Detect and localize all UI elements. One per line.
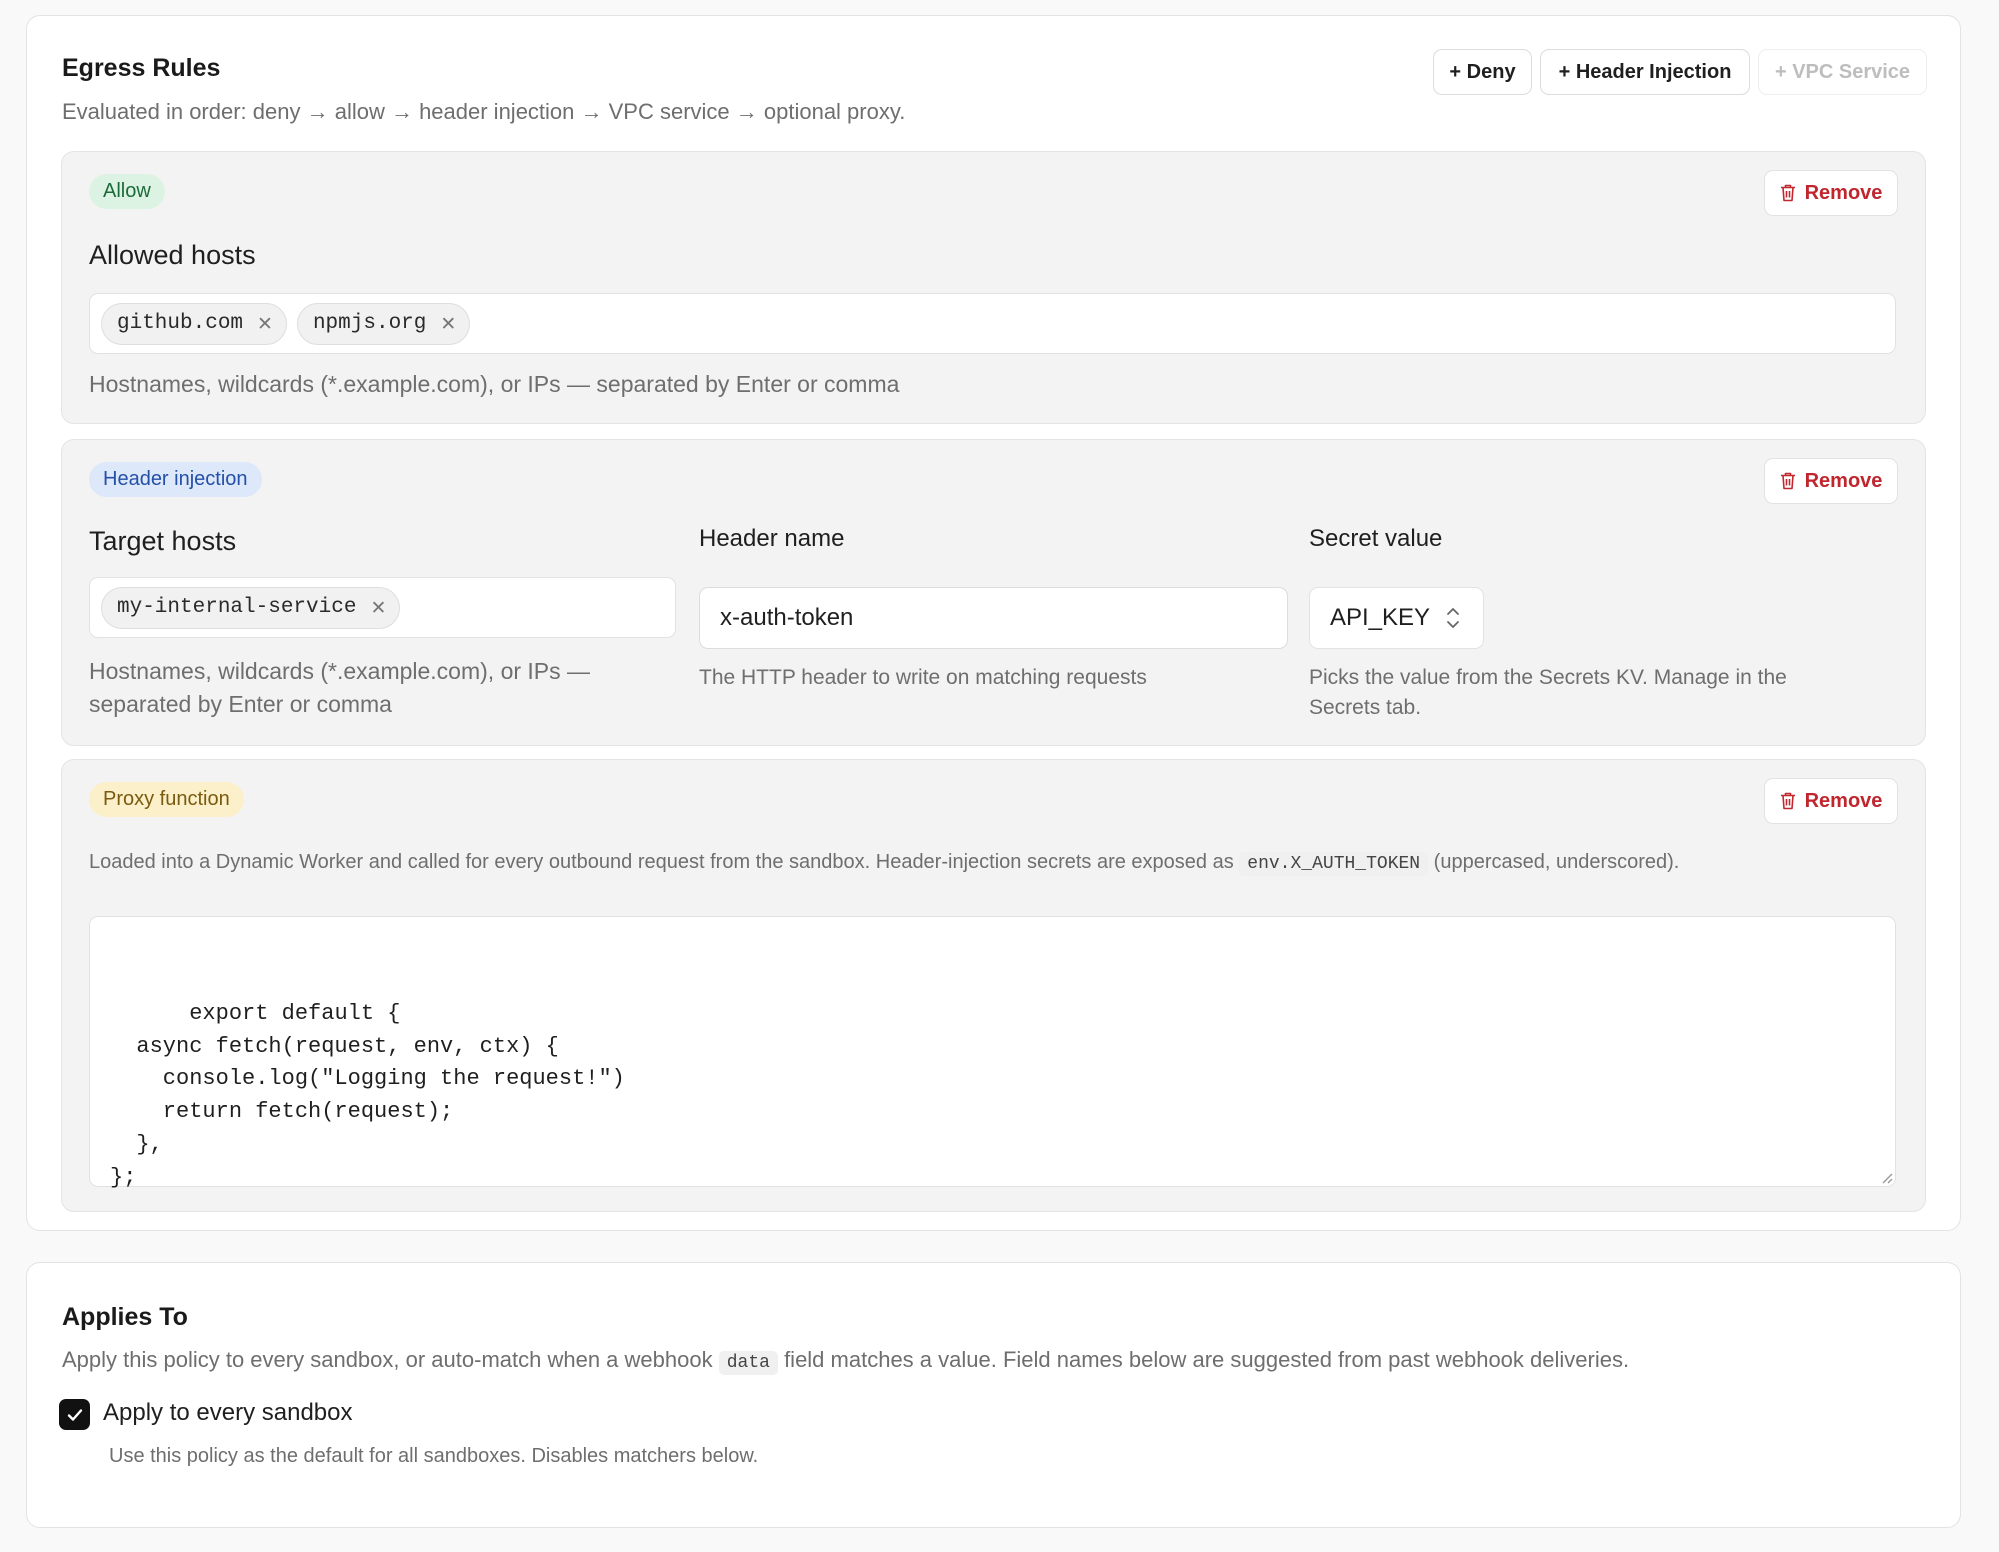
chevron-up-down-icon [1447, 608, 1459, 628]
remove-proxy-rule-button[interactable]: Remove [1764, 778, 1898, 824]
host-chip-label: npmjs.org [312, 312, 427, 335]
secret-value-help: Picks the value from the Secrets KV. Man… [1309, 663, 1787, 723]
remove-allow-rule-button[interactable]: Remove [1764, 170, 1898, 216]
header-injection-badge: Header injection [89, 462, 262, 497]
secret-value-label: Secret value [1309, 525, 1443, 552]
applies-to-card: Applies To Apply this policy to every sa… [26, 1262, 1961, 1528]
applies-to-title: Applies To [62, 1303, 188, 1331]
host-chip-label: github.com [117, 312, 244, 335]
header-name-label: Header name [699, 525, 845, 552]
remove-label: Remove [1804, 789, 1883, 812]
allowed-hosts-label: Allowed hosts [89, 240, 256, 270]
target-hosts-help-line: Hostnames, wildcards (*.example.com), or… [89, 658, 591, 684]
env-var-code: env.X_AUTH_TOKEN [1239, 852, 1429, 876]
close-icon[interactable]: ✕ [257, 313, 273, 335]
proxy-code: export default { async fetch(request, en… [110, 1000, 625, 1190]
data-field-code: data [718, 1351, 778, 1375]
egress-rules-card: Egress Rules Evaluated in order: deny → … [26, 15, 1961, 1231]
applies-desc-text: field matches a value. Field names below… [784, 1347, 1630, 1372]
close-icon[interactable]: ✕ [370, 597, 386, 619]
trash-icon [1780, 184, 1795, 202]
proxy-desc-text: (uppercased, underscored). [1433, 851, 1680, 873]
header-name-help: The HTTP header to write on matching req… [699, 666, 1147, 689]
trash-icon [1780, 472, 1795, 490]
proxy-function-description: Loaded into a Dynamic Worker and called … [89, 846, 1679, 881]
host-chip-label: my-internal-service [117, 596, 357, 619]
allowed-hosts-input[interactable]: github.com ✕ npmjs.org ✕ [89, 293, 1896, 354]
apply-every-sandbox-label[interactable]: Apply to every sandbox [103, 1399, 352, 1427]
host-chip: my-internal-service ✕ [101, 586, 401, 629]
check-icon [67, 1408, 82, 1421]
applies-to-description: Apply this policy to every sandbox, or a… [62, 1347, 1630, 1375]
secret-help-line: Picks the value from the Secrets KV. Man… [1309, 666, 1787, 689]
remove-label: Remove [1804, 469, 1883, 492]
trash-icon [1780, 792, 1795, 810]
header-name-input[interactable] [699, 587, 1288, 649]
proxy-desc-text: Loaded into a Dynamic Worker and called … [89, 851, 1234, 873]
applies-desc-text: Apply this policy to every sandbox, or a… [62, 1347, 713, 1372]
proxy-code-editor[interactable]: export default { async fetch(request, en… [89, 916, 1896, 1190]
header-injection-rule: Header injection Remove Target hosts my-… [61, 439, 1926, 746]
allowed-hosts-help: Hostnames, wildcards (*.example.com), or… [89, 371, 900, 397]
remove-label: Remove [1804, 181, 1883, 204]
proxy-function-badge: Proxy function [89, 782, 244, 817]
target-hosts-label: Target hosts [89, 526, 237, 556]
remove-header-rule-button[interactable]: Remove [1764, 458, 1898, 504]
target-hosts-help-line: separated by Enter or comma [89, 691, 392, 717]
target-hosts-input[interactable]: my-internal-service ✕ [89, 577, 676, 638]
host-chip: github.com ✕ [101, 302, 287, 345]
add-vpc-service-button[interactable]: + VPC Service [1758, 49, 1927, 95]
target-hosts-help: Hostnames, wildcards (*.example.com), or… [89, 655, 590, 721]
add-header-injection-button[interactable]: + Header Injection [1540, 49, 1750, 95]
allow-badge: Allow [89, 174, 165, 209]
proxy-function-rule: Proxy function Remove Loaded into a Dyna… [61, 759, 1926, 1212]
apply-every-sandbox-help: Use this policy as the default for all s… [109, 1445, 759, 1467]
secret-value-select[interactable]: API_KEY [1309, 587, 1484, 649]
secret-help-line: Secrets tab. [1309, 696, 1422, 719]
allow-rule: Allow Remove Allowed hosts github.com ✕ … [61, 151, 1926, 424]
apply-every-sandbox-checkbox[interactable] [59, 1399, 90, 1430]
secret-value-selected: API_KEY [1330, 604, 1431, 631]
resize-handle-icon[interactable] [1879, 1170, 1893, 1184]
egress-rules-title: Egress Rules [62, 54, 221, 82]
egress-rules-subtitle: Evaluated in order: deny → allow → heade… [62, 99, 906, 124]
host-chip: npmjs.org ✕ [296, 302, 471, 345]
add-deny-button[interactable]: + Deny [1433, 49, 1532, 95]
close-icon[interactable]: ✕ [440, 313, 456, 335]
